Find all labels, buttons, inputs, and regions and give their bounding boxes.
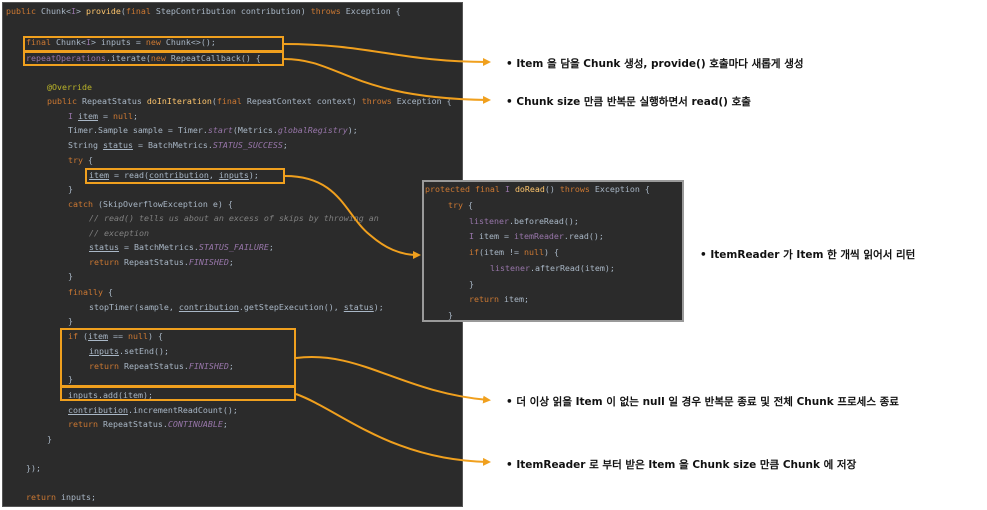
annotation-itemreader-read: • ItemReader 가 Item 한 개씩 읽어서 리턴 <box>700 249 916 261</box>
arrow-2 <box>283 58 491 104</box>
annotation-null-end: • 더 이상 읽을 Item 이 없는 null 일 경우 반복문 종료 및 전… <box>506 396 899 408</box>
annotation-chunk-creation: • Item 을 담을 Chunk 생성, provide() 호출마다 새롭게… <box>506 58 804 70</box>
arrow-1 <box>283 43 491 66</box>
annotation-read-loop: • Chunk size 만큼 반복문 실행하면서 read() 호출 <box>506 96 751 108</box>
arrow-5 <box>295 393 491 466</box>
arrow-4 <box>295 356 491 404</box>
arrow-3 <box>284 175 421 259</box>
annotation-add-to-chunk: • ItemReader 로 부터 받은 Item 을 Chunk size 만… <box>506 459 857 471</box>
